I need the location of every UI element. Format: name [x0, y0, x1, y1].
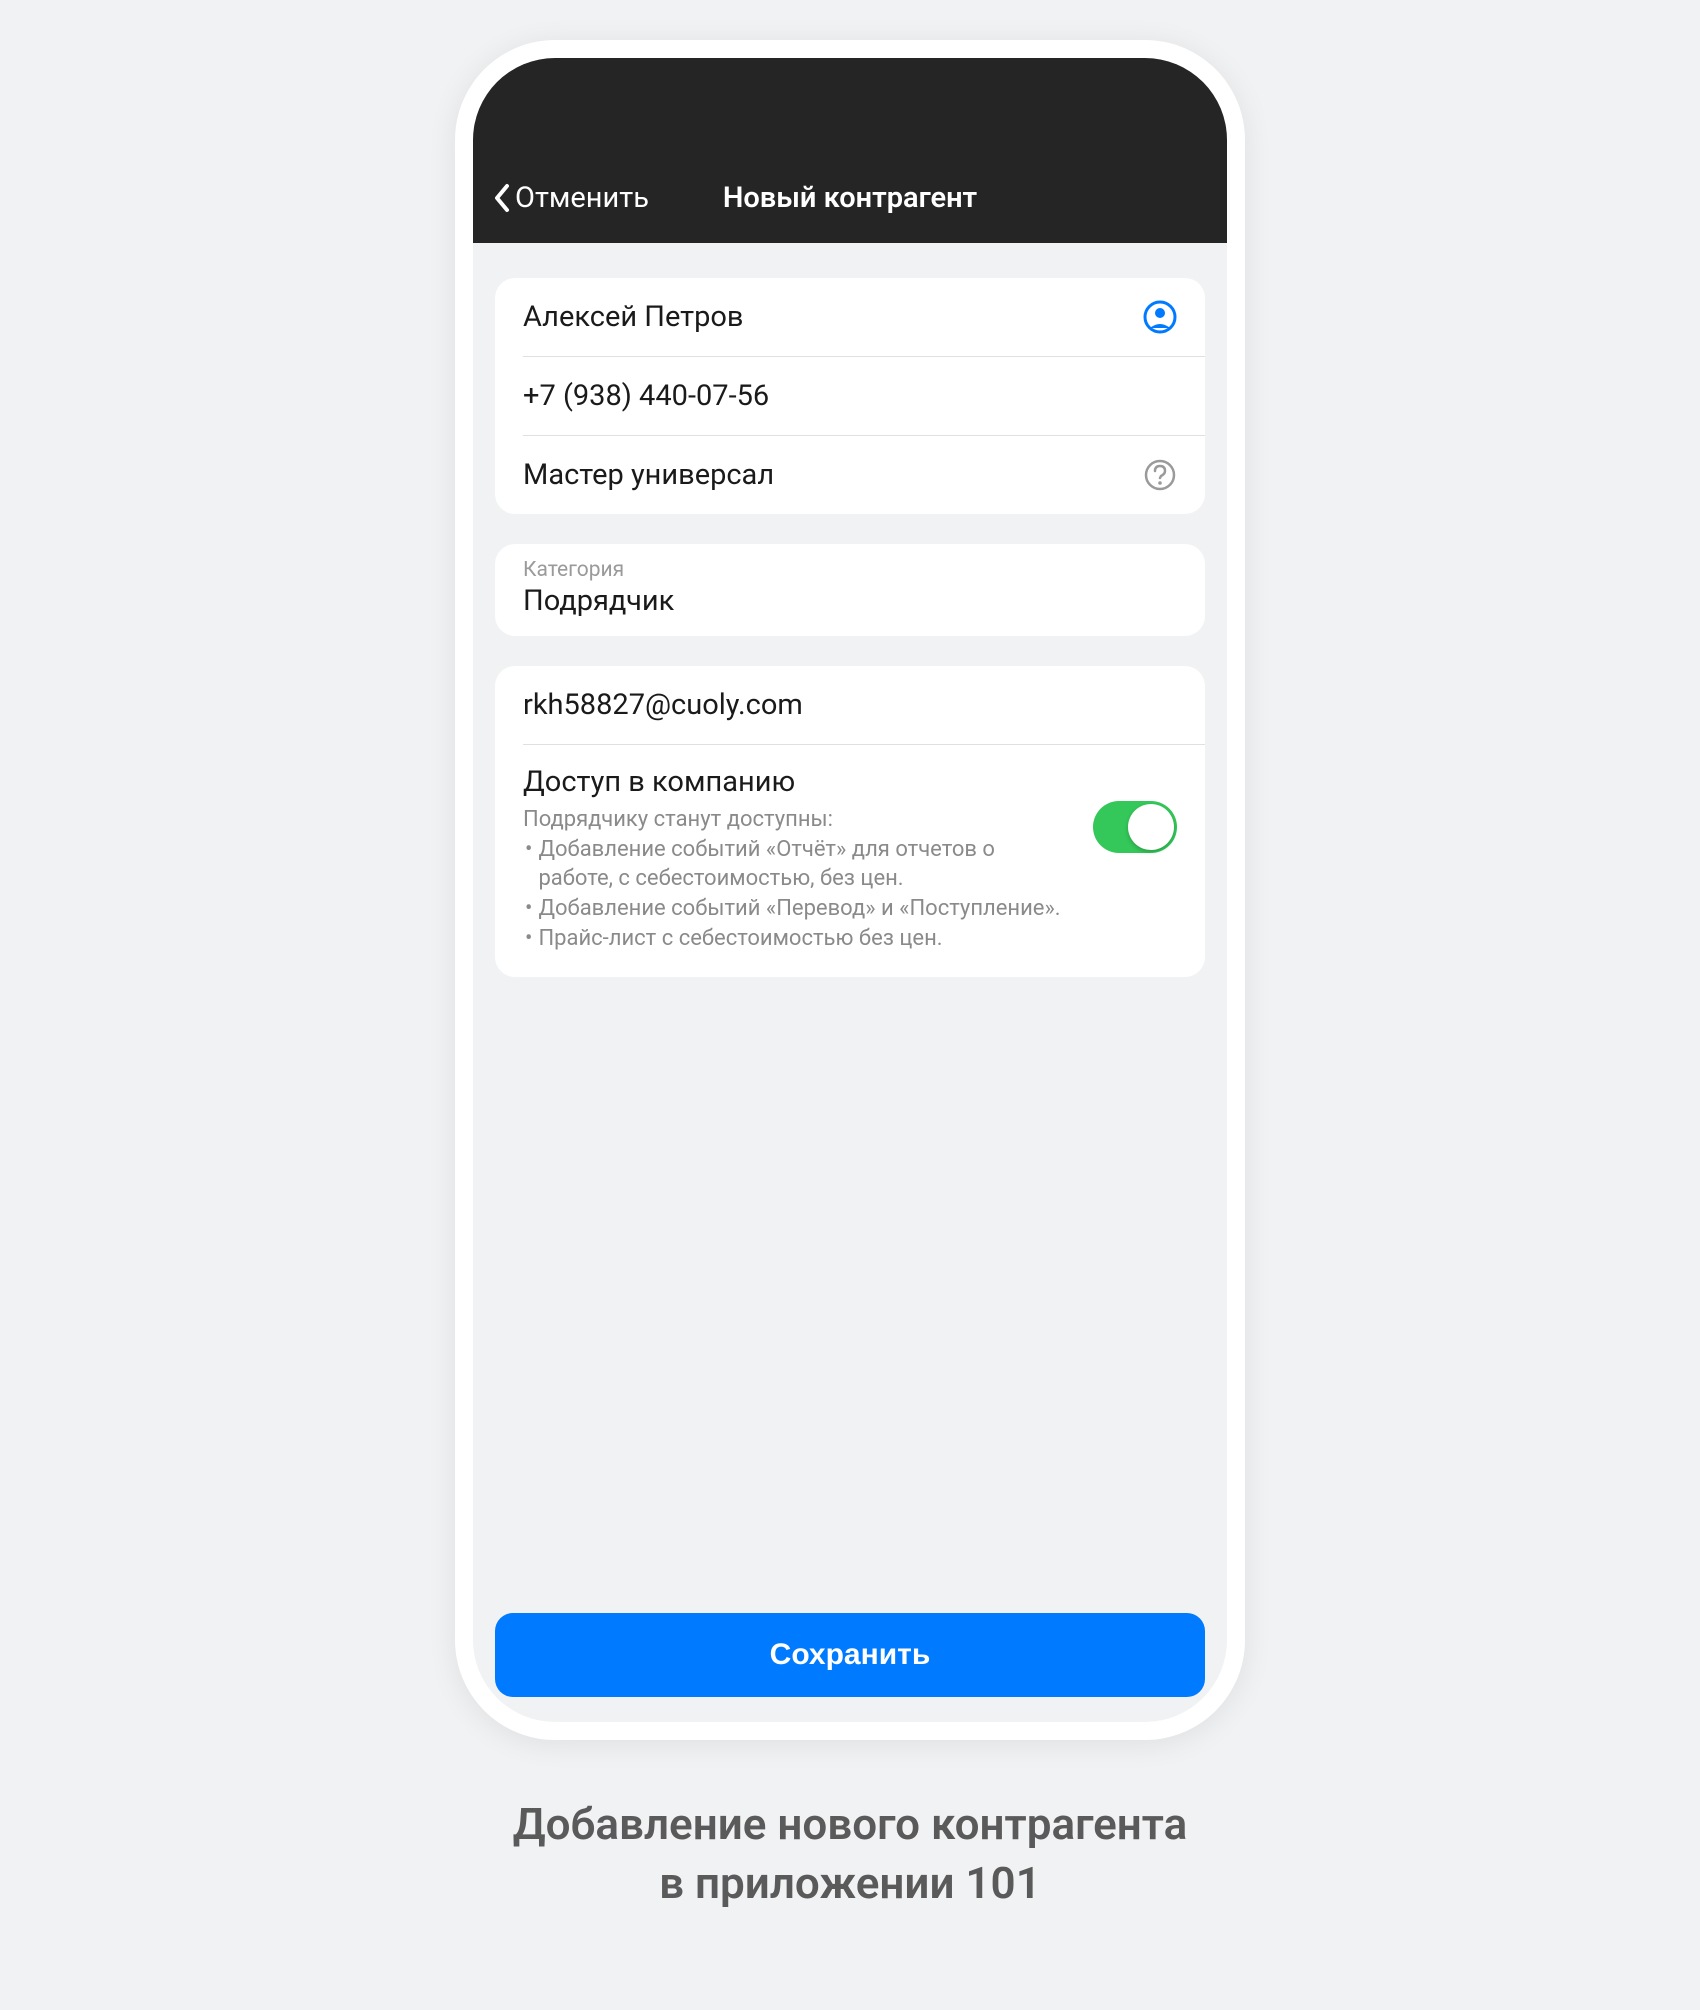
- spacer: [495, 1007, 1205, 1613]
- caption-line-1: Добавление нового контрагента: [513, 1795, 1188, 1854]
- back-label: Отменить: [515, 181, 649, 215]
- access-card: rkh58827@cuoly.com Доступ в компанию Под…: [495, 666, 1205, 977]
- chevron-left-icon: [493, 183, 511, 213]
- category-card[interactable]: Категория Подрядчик: [495, 544, 1205, 636]
- phone-value: +7 (938) 440-07-56: [523, 379, 769, 413]
- category-field[interactable]: Категория Подрядчик: [495, 544, 1205, 636]
- phone-screen: Отменить Новый контрагент Алексей Петров: [473, 58, 1227, 1722]
- figure-card: Отменить Новый контрагент Алексей Петров: [0, 0, 1700, 2010]
- access-description: Подрядчику станут доступны: • Добавление…: [523, 805, 1073, 953]
- access-intro: Подрядчику станут доступны:: [523, 805, 1073, 835]
- navigation-bar: Отменить Новый контрагент: [473, 58, 1227, 243]
- identity-card: Алексей Петров +7 (938) 440-07-56 Масте: [495, 278, 1205, 514]
- phone-frame: Отменить Новый контрагент Алексей Петров: [455, 40, 1245, 1740]
- access-title: Доступ в компанию: [523, 765, 1073, 799]
- save-button[interactable]: Сохранить: [495, 1613, 1205, 1697]
- email-field[interactable]: rkh58827@cuoly.com: [495, 666, 1205, 744]
- caption-line-2: в приложении 101: [513, 1854, 1188, 1913]
- content-area: Алексей Петров +7 (938) 440-07-56 Масте: [473, 243, 1227, 1722]
- role-value: Мастер универсал: [523, 458, 774, 492]
- access-bullet-1: • Добавление событий «Отчёт» для отчетов…: [523, 835, 1073, 894]
- name-value: Алексей Петров: [523, 300, 744, 334]
- email-value: rkh58827@cuoly.com: [523, 688, 803, 722]
- toggle-knob: [1128, 804, 1174, 850]
- name-field[interactable]: Алексей Петров: [495, 278, 1205, 356]
- access-row: Доступ в компанию Подрядчику станут дост…: [495, 745, 1205, 977]
- category-value: Подрядчик: [523, 584, 1177, 618]
- figure-caption: Добавление нового контрагента в приложен…: [513, 1795, 1188, 1914]
- contact-icon[interactable]: [1143, 300, 1177, 334]
- access-toggle[interactable]: [1093, 801, 1177, 853]
- help-icon[interactable]: [1143, 458, 1177, 492]
- access-bullet-2: • Добавление событий «Перевод» и «Поступ…: [523, 894, 1073, 924]
- phone-field[interactable]: +7 (938) 440-07-56: [523, 357, 1205, 435]
- page-title: Новый контрагент: [723, 181, 977, 215]
- access-text: Доступ в компанию Подрядчику станут дост…: [523, 765, 1073, 953]
- back-button[interactable]: Отменить: [493, 181, 649, 215]
- access-bullet-3: • Прайс-лист с себестоимостью без цен.: [523, 924, 1073, 954]
- role-field[interactable]: Мастер универсал: [523, 436, 1205, 514]
- category-label: Категория: [523, 558, 1177, 582]
